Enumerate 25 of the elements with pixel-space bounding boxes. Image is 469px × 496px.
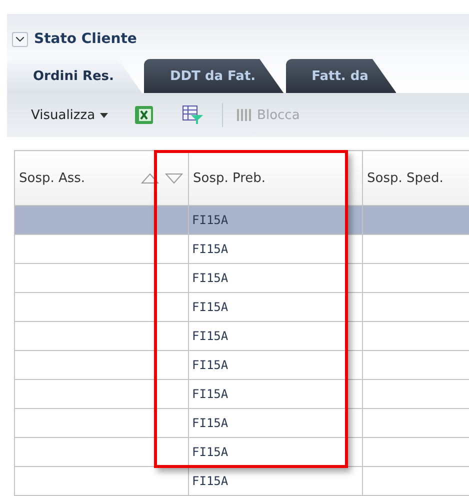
view-menu[interactable]: Visualizza — [31, 108, 120, 122]
cell-text: FI15A — [192, 300, 228, 314]
cell-text: FI15A — [192, 416, 228, 430]
cell-text: FI15A — [192, 242, 228, 256]
chevron-down-icon — [16, 36, 24, 42]
cell-text: FI15A — [192, 387, 228, 401]
cell-text: FI15A — [192, 474, 228, 488]
column-header[interactable]: Sosp. Ass. — [14, 150, 188, 206]
cell-text: FI15A — [192, 213, 228, 227]
column-header[interactable]: Sosp. Preb. — [188, 150, 362, 206]
caret-icon — [100, 112, 108, 118]
panel-title: Stato Cliente — [34, 31, 137, 47]
cell-text: FI15A — [192, 271, 228, 285]
tab[interactable]: Ordini Res. — [7, 59, 142, 93]
table-filter-icon — [182, 105, 204, 125]
collapse-toggle[interactable] — [12, 32, 28, 46]
sort-arrows-icon[interactable] — [140, 172, 184, 184]
tab[interactable]: Fatt. da — [286, 59, 396, 93]
spreadsheet-icon — [134, 105, 154, 125]
cell-text: FI15A — [192, 329, 228, 343]
cell-text: FI15A — [192, 358, 228, 372]
cell-text: FI15A — [192, 445, 228, 459]
column-header[interactable]: Sosp. Sped. — [362, 150, 469, 206]
columns-icon — [237, 108, 254, 122]
tab[interactable]: DDT da Fat. — [144, 59, 284, 93]
